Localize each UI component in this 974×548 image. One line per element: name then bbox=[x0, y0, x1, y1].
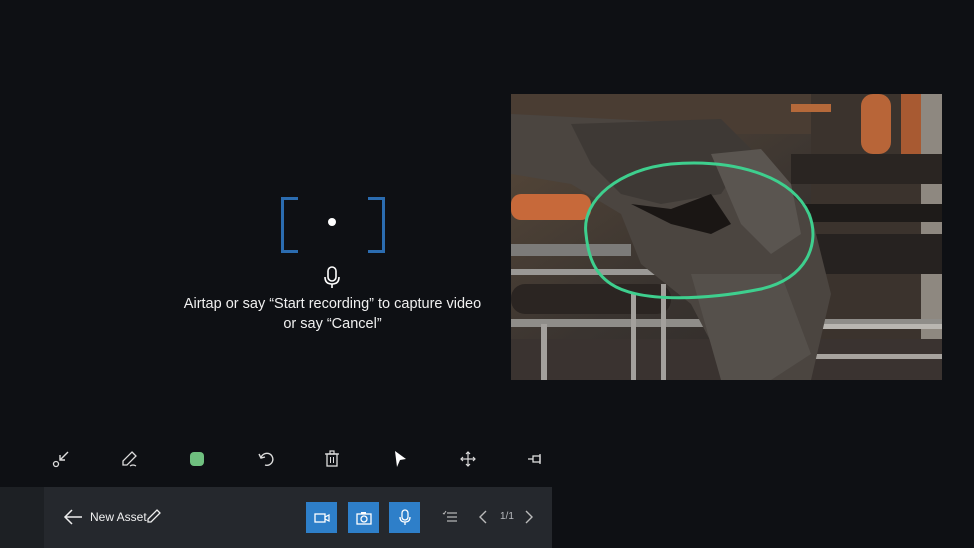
undo-icon[interactable] bbox=[254, 448, 276, 470]
instruction-line-1: Airtap or say “Start recording” to captu… bbox=[183, 296, 482, 312]
checklist-icon[interactable] bbox=[440, 507, 460, 527]
next-page-icon[interactable] bbox=[519, 507, 539, 527]
pen-icon[interactable] bbox=[118, 448, 140, 470]
photo-capture-button[interactable] bbox=[348, 502, 379, 533]
move-icon[interactable] bbox=[457, 448, 479, 470]
voice-note-button[interactable] bbox=[389, 502, 420, 533]
capture-bracket-left bbox=[281, 197, 298, 253]
edit-pencil-icon[interactable] bbox=[146, 508, 162, 524]
collapse-icon[interactable] bbox=[50, 448, 72, 470]
pin-icon[interactable] bbox=[524, 448, 546, 470]
capture-bracket-right bbox=[368, 197, 385, 253]
video-camera-icon bbox=[313, 512, 330, 523]
back-arrow-icon[interactable] bbox=[62, 507, 84, 527]
previous-page-icon[interactable] bbox=[473, 507, 493, 527]
camera-icon bbox=[355, 511, 372, 525]
microphone-icon bbox=[398, 508, 411, 525]
microphone-icon bbox=[324, 266, 340, 288]
capture-instructions: Airtap or say “Start recording” to captu… bbox=[180, 294, 485, 334]
instruction-line-2: or say “Cancel” bbox=[283, 316, 382, 332]
delete-icon[interactable] bbox=[321, 448, 343, 470]
cursor-icon[interactable] bbox=[389, 448, 411, 470]
color-swatch[interactable] bbox=[186, 448, 208, 470]
capture-reticle-dot bbox=[328, 218, 336, 226]
video-capture-button[interactable] bbox=[306, 502, 337, 533]
asset-title[interactable]: New Asset bbox=[90, 510, 147, 524]
bottom-bar-left-strip bbox=[0, 487, 44, 548]
page-indicator: 1/1 bbox=[500, 511, 514, 522]
captured-photo[interactable] bbox=[511, 94, 942, 380]
bottom-bar: New Asset 1/1 bbox=[0, 487, 552, 548]
annotation-toolbar bbox=[0, 440, 560, 478]
